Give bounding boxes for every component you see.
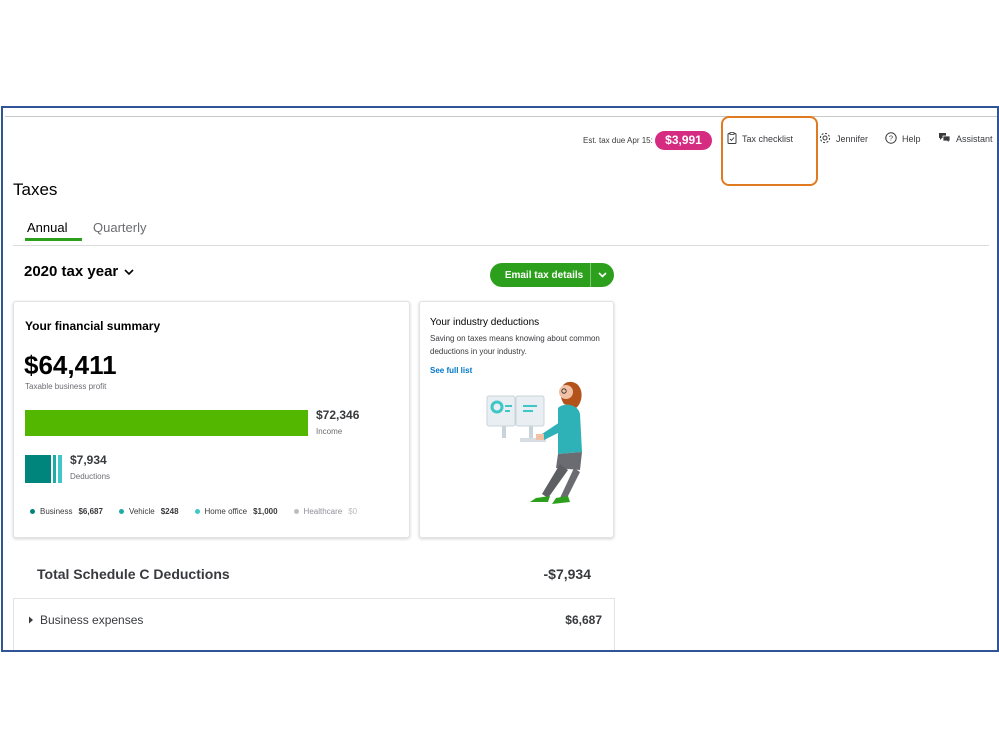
help-link[interactable]: ? Help: [885, 132, 921, 146]
assistant-link[interactable]: Assistant: [938, 132, 993, 146]
legend-label: Home office: [204, 507, 248, 516]
schedule-c-total-label: Total Schedule C Deductions: [37, 566, 230, 582]
income-label: Income: [316, 427, 343, 436]
legend-amount: $248: [160, 507, 179, 516]
chevron-down-icon: [598, 272, 607, 278]
industry-deductions-card: Your industry deductions Saving on taxes…: [419, 301, 614, 538]
page-title: Taxes: [13, 180, 58, 199]
tax-checklist-highlight: [721, 116, 818, 186]
deductions-bar: [25, 455, 63, 483]
est-tax-badge[interactable]: $3,991: [655, 131, 712, 150]
legend-label: Vehicle: [128, 507, 155, 516]
deductions-value: $7,934: [70, 453, 107, 467]
schedule-c-total-amount: -$7,934: [543, 566, 591, 582]
taxable-profit-value: $64,411: [24, 350, 117, 380]
deductions-label: Deductions: [70, 472, 111, 481]
user-name: Jennifer: [836, 134, 869, 144]
legend-dot: [194, 509, 200, 514]
chat-icon: [938, 132, 951, 146]
legend-item-vehicle: Vehicle $248: [118, 507, 179, 516]
financial-summary-card: Your financial summary $64,411 Taxable b…: [13, 301, 410, 538]
financial-summary-title: Your financial summary: [25, 319, 161, 333]
deduction-segment-vehicle: [53, 455, 56, 483]
see-full-list-link[interactable]: See full list: [430, 366, 472, 375]
svg-text:?: ?: [889, 134, 893, 143]
email-tax-details-label: Email tax details: [504, 269, 584, 281]
email-dropdown-toggle[interactable]: [590, 263, 614, 287]
gear-icon: [819, 132, 831, 146]
tab-quarterly[interactable]: Quarterly: [93, 220, 146, 241]
expenses-card: Business expenses $6,687: [13, 598, 615, 650]
legend-label: Business: [40, 507, 73, 516]
tax-year-label: 2020 tax year: [24, 263, 119, 280]
industry-deductions-text: Saving on taxes means knowing about comm…: [430, 334, 600, 356]
legend-amount: $6,687: [78, 507, 103, 516]
legend-dot: [30, 509, 35, 514]
help-icon: ?: [885, 132, 897, 146]
business-expenses-name: Business expenses: [28, 613, 143, 627]
deductions-legend: Business $6,687 Vehicle $248 Home office…: [30, 507, 373, 516]
business-expenses-label: Business expenses: [40, 613, 144, 627]
legend-amount: $1,000: [253, 507, 278, 516]
caret-right-icon[interactable]: [28, 613, 34, 627]
email-tax-details-button[interactable]: Email tax details: [490, 263, 614, 287]
legend-amount: $0: [348, 507, 358, 516]
industry-deductions-title: Your industry deductions: [430, 317, 540, 328]
chevron-down-icon: [124, 263, 134, 280]
legend-dot: [118, 509, 124, 514]
schedule-c-total-row: Total Schedule C Deductions -$7,934: [37, 566, 591, 582]
active-tab-indicator: [25, 238, 82, 241]
help-label: Help: [902, 134, 921, 144]
legend-item-business: Business $6,687: [30, 507, 103, 516]
est-tax-label: Est. tax due Apr 15:: [583, 136, 653, 145]
income-value: $72,346: [316, 408, 360, 422]
legend-label: Healthcare: [303, 507, 343, 516]
income-bar: [25, 410, 308, 436]
person-at-computer-illustration: [480, 374, 610, 524]
assistant-label: Assistant: [956, 134, 993, 144]
legend-item-home-office: Home office $1,000: [194, 507, 278, 516]
deduction-segment-business: [25, 455, 51, 483]
top-bar: Est. tax due Apr 15: $3,991 Tax checklis…: [3, 130, 997, 152]
tax-year-selector[interactable]: 2020 tax year: [24, 263, 134, 280]
legend-item-healthcare: Healthcare $0: [293, 507, 358, 516]
user-menu[interactable]: Jennifer: [819, 132, 868, 146]
legend-dot: [293, 509, 299, 514]
top-divider: [5, 116, 997, 117]
deduction-segment-home-office: [58, 455, 62, 483]
taxable-profit-label: Taxable business profit: [25, 382, 107, 391]
tab-bar: Annual Quarterly: [13, 212, 989, 246]
app-frame: Est. tax due Apr 15: $3,991 Tax checklis…: [1, 106, 999, 652]
business-expenses-amount: $6,687: [565, 613, 602, 627]
business-expenses-row[interactable]: Business expenses $6,687: [28, 613, 602, 627]
